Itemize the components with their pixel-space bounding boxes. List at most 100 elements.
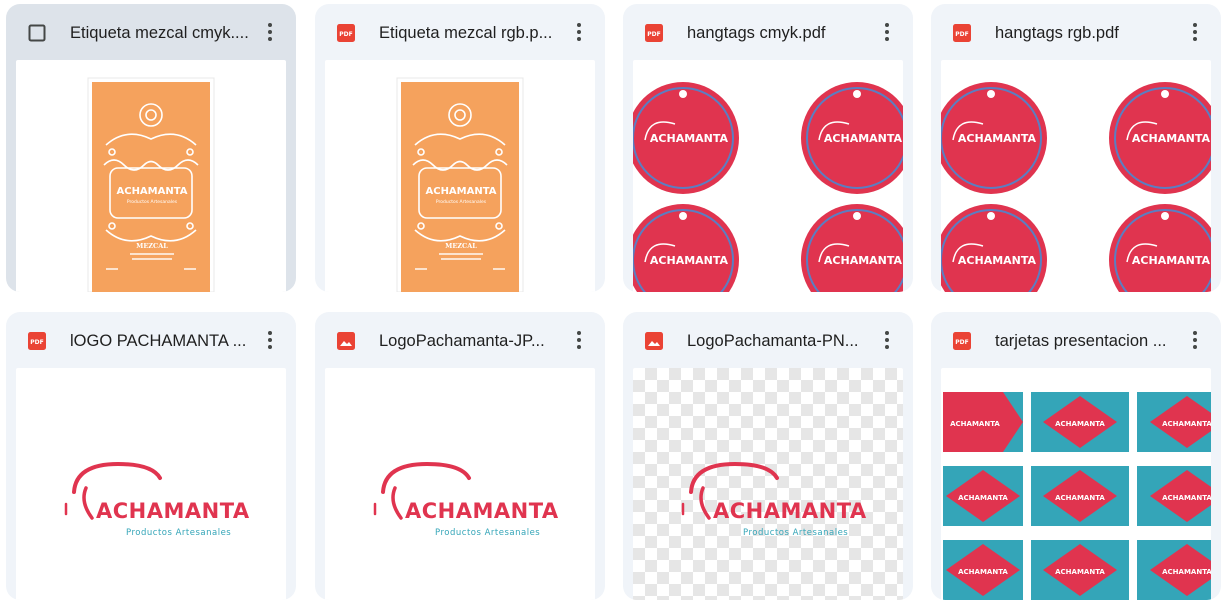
file-thumbnail[interactable]: ACHAMANTA Productos Artesanales [325,368,595,600]
pdf-icon: PDF [28,332,46,350]
svg-text:ACHAMANTA: ACHAMANTA [958,254,1037,267]
logo-wordmark: ACHAMANTA [713,499,867,523]
svg-text:ACHAMANTA: ACHAMANTA [425,186,496,197]
more-options-button[interactable] [1183,20,1207,44]
more-vert-icon [885,330,889,351]
file-card-logo-png[interactable]: LogoPachamanta-PN... ACHAMANTA Productos… [623,312,913,600]
business-card: ACHAMANTA [1137,540,1211,600]
file-title[interactable]: tarjetas presentacion ... [995,330,1185,352]
hangtag: ACHAMANTA [801,82,903,194]
hangtag: ACHAMANTA [941,204,1047,292]
file-card-header: PDF tarjetas presentacion ... [931,312,1221,368]
file-thumbnail[interactable]: ACHAMANTA ACHAMANTA ACHAMANTA ACHAMANTA [941,368,1211,600]
svg-text:PDF: PDF [339,31,352,38]
file-title[interactable]: LogoPachamanta-JP... [379,330,569,352]
file-card-logo-pachamanta-pdf[interactable]: PDF lOGO PACHAMANTA ... ACHAMANTA Produc… [6,312,296,600]
file-card-hangtags-rgb[interactable]: PDF hangtags rgb.pdf ACHAMANTA ACHAMANTA… [931,4,1221,292]
svg-text:PDF: PDF [647,31,660,38]
mezcal-label-preview: ACHAMANTA Productos Artesanales MEZCAL [396,77,524,292]
business-card: ACHAMANTA [943,392,1023,452]
svg-text:PDF: PDF [30,339,43,346]
file-card-header: PDF hangtags cmyk.pdf [623,4,913,60]
svg-text:ACHAMANTA: ACHAMANTA [1055,494,1105,502]
more-vert-icon [1193,22,1197,43]
business-card: ACHAMANTA [1137,392,1211,452]
file-card-tarjetas-presentacion[interactable]: PDF tarjetas presentacion ... ACHAMANTA … [931,312,1221,600]
file-title[interactable]: Etiqueta mezcal rgb.p... [379,22,569,44]
pdf-icon: PDF [953,24,971,42]
hangtag: ACHAMANTA [941,82,1047,194]
file-card-header: PDF hangtags rgb.pdf [931,4,1221,60]
more-options-button[interactable] [875,20,899,44]
svg-text:PDF: PDF [955,31,968,38]
svg-text:ACHAMANTA: ACHAMANTA [1132,132,1211,145]
logo-preview: ACHAMANTA Productos Artesanales [633,368,903,600]
more-vert-icon [268,330,272,351]
file-card-etiqueta-cmyk[interactable]: Etiqueta mezcal cmyk.... ACHAMANTA Produ… [6,4,296,292]
svg-text:PDF: PDF [955,339,968,346]
svg-text:ACHAMANTA: ACHAMANTA [1055,420,1105,428]
hangtag: ACHAMANTA [1109,82,1211,194]
file-card-header: Etiqueta mezcal cmyk.... [6,4,296,60]
checkbox-icon[interactable] [28,24,46,42]
svg-text:ACHAMANTA: ACHAMANTA [1055,568,1105,576]
more-vert-icon [577,330,581,351]
file-card-hangtags-cmyk[interactable]: PDF hangtags cmyk.pdf ACHAMANTA ACHAMANT… [623,4,913,292]
file-thumbnail[interactable]: ACHAMANTA Productos Artesanales [633,368,903,600]
business-card: ACHAMANTA [943,466,1023,526]
file-title[interactable]: LogoPachamanta-PN... [687,330,877,352]
file-thumbnail[interactable]: ACHAMANTA ACHAMANTA ACHAMANTA ACHAMANTA [941,60,1211,292]
svg-text:ACHAMANTA: ACHAMANTA [950,420,1000,428]
file-card-header: LogoPachamanta-PN... [623,312,913,368]
more-options-button[interactable] [258,20,282,44]
logo-tagline: Productos Artesanales [743,528,849,538]
file-card-logo-jpg[interactable]: LogoPachamanta-JP... ACHAMANTA Productos… [315,312,605,600]
business-card: ACHAMANTA [1137,466,1211,526]
more-vert-icon [577,22,581,43]
file-thumbnail[interactable]: ACHAMANTA ACHAMANTA ACHAMANTA ACHAMANTA [633,60,903,292]
file-card-header: PDF Etiqueta mezcal rgb.p... [315,4,605,60]
logo-wordmark: ACHAMANTA [96,499,250,523]
file-thumbnail[interactable]: ACHAMANTA Productos Artesanales [16,368,286,600]
svg-text:ACHAMANTA: ACHAMANTA [958,568,1008,576]
svg-text:ACHAMANTA: ACHAMANTA [958,132,1037,145]
hangtags-preview: ACHAMANTA ACHAMANTA ACHAMANTA ACHAMANTA [633,82,903,292]
more-vert-icon [885,22,889,43]
file-thumbnail[interactable]: ACHAMANTA Productos Artesanales MEZCAL [325,60,595,292]
hangtags-preview: ACHAMANTA ACHAMANTA ACHAMANTA ACHAMANTA [941,82,1211,292]
more-options-button[interactable] [567,328,591,352]
svg-text:ACHAMANTA: ACHAMANTA [1162,420,1211,428]
hangtag: ACHAMANTA [1109,204,1211,292]
svg-text:ACHAMANTA: ACHAMANTA [116,186,187,197]
image-icon [337,332,355,350]
more-options-button[interactable] [258,328,282,352]
more-options-button[interactable] [567,20,591,44]
file-title[interactable]: lOGO PACHAMANTA ... [70,330,260,352]
business-card: ACHAMANTA [1031,540,1129,600]
business-card: ACHAMANTA [1031,466,1129,526]
business-card: ACHAMANTA [943,540,1023,600]
more-options-button[interactable] [1183,328,1207,352]
more-options-button[interactable] [875,328,899,352]
file-card-header: LogoPachamanta-JP... [315,312,605,368]
business-card: ACHAMANTA [1031,392,1129,452]
svg-text:Productos Artesanales: Productos Artesanales [436,199,487,205]
svg-text:ACHAMANTA: ACHAMANTA [650,132,729,145]
business-cards-preview: ACHAMANTA ACHAMANTA ACHAMANTA ACHAMANTA [943,392,1211,600]
file-title[interactable]: hangtags rgb.pdf [995,22,1185,44]
file-title[interactable]: Etiqueta mezcal cmyk.... [70,22,260,44]
file-thumbnail[interactable]: ACHAMANTA Productos Artesanales MEZCAL [16,60,286,292]
logo-wordmark: ACHAMANTA [405,499,559,523]
svg-text:ACHAMANTA: ACHAMANTA [958,494,1008,502]
hangtag: ACHAMANTA [633,204,739,292]
logo-tagline: Productos Artesanales [435,528,541,538]
file-card-header: PDF lOGO PACHAMANTA ... [6,312,296,368]
hangtag: ACHAMANTA [633,82,739,194]
file-title[interactable]: hangtags cmyk.pdf [687,22,877,44]
label-name: MEZCAL [445,242,477,250]
file-card-etiqueta-rgb[interactable]: PDF Etiqueta mezcal rgb.p... ACHAMANTA P… [315,4,605,292]
svg-text:ACHAMANTA: ACHAMANTA [1162,568,1211,576]
logo-preview: ACHAMANTA Productos Artesanales [325,368,595,600]
svg-text:ACHAMANTA: ACHAMANTA [1132,254,1211,267]
label-name: MEZCAL [136,242,168,250]
